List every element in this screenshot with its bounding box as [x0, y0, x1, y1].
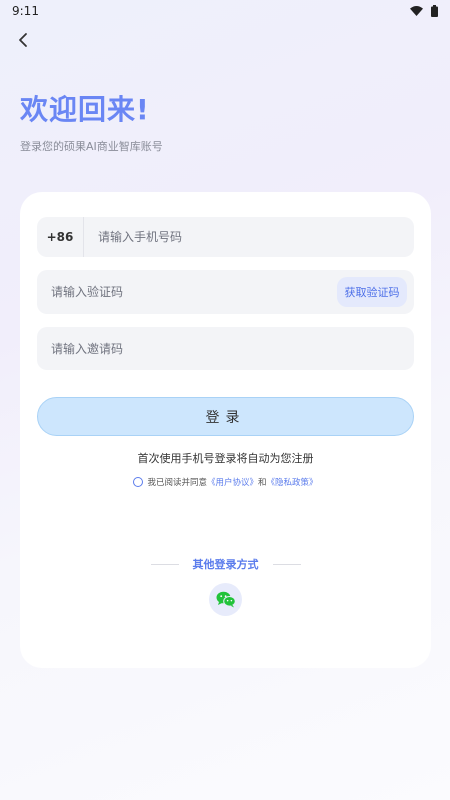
- wechat-login-button[interactable]: [209, 583, 242, 616]
- chevron-left-icon: [19, 33, 27, 47]
- other-login-label: 其他登录方式: [192, 558, 259, 571]
- get-code-button[interactable]: 获取验证码: [337, 277, 407, 307]
- status-time: 9:11: [12, 4, 39, 18]
- agreement-row: 我已阅读并同意 《用户协议》 和 《隐私政策》: [20, 476, 431, 488]
- country-code-prefix[interactable]: +86: [37, 217, 84, 257]
- wifi-icon: [410, 6, 423, 16]
- verification-code-field: 获取验证码: [37, 270, 414, 314]
- agreement-and: 和: [258, 478, 267, 488]
- phone-input[interactable]: [84, 217, 414, 257]
- login-card: +86 获取验证码 登录 首次使用手机号登录将自动为您注册 我已阅读并同意 《用…: [20, 192, 431, 668]
- invite-code-input[interactable]: [37, 327, 414, 370]
- battery-icon: [431, 5, 438, 17]
- user-agreement-link[interactable]: 《用户协议》: [207, 476, 258, 488]
- status-bar: 9:11: [0, 0, 450, 22]
- agreement-checkbox[interactable]: [133, 477, 144, 487]
- phone-field: +86: [37, 217, 414, 257]
- other-login-row: 其他登录方式: [20, 556, 431, 572]
- wechat-icon: [216, 591, 236, 608]
- agreement-prefix: 我已阅读并同意: [147, 478, 207, 488]
- page-title: 欢迎回来!: [20, 93, 150, 126]
- divider-right: [272, 563, 301, 565]
- invite-code-field: [37, 327, 414, 370]
- divider-left: [150, 563, 179, 565]
- status-icons: [410, 5, 438, 17]
- privacy-policy-link[interactable]: 《隐私政策》: [267, 476, 318, 488]
- register-hint: 首次使用手机号登录将自动为您注册: [137, 452, 314, 465]
- page-subtitle: 登录您的硕果AI商业智库账号: [20, 140, 163, 153]
- login-button[interactable]: 登录: [37, 397, 414, 436]
- back-button[interactable]: [12, 28, 36, 52]
